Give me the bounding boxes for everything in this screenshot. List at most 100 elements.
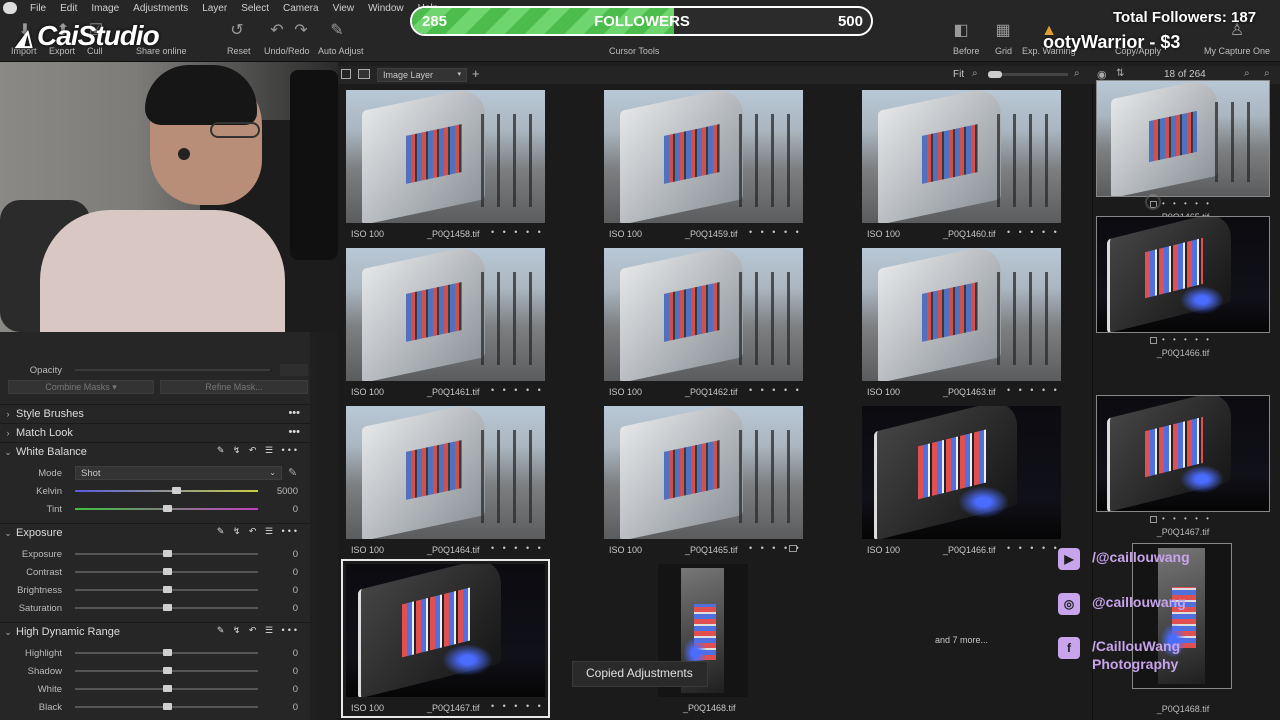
shadow-slider[interactable] <box>75 667 258 674</box>
grid-icon[interactable]: ▦ <box>992 22 1014 40</box>
more-images-label[interactable]: and 7 more... <box>935 635 988 645</box>
my-capture-one-button[interactable]: My Capture One <box>1204 46 1270 56</box>
rating-dots[interactable]: • • • • • <box>1162 514 1212 523</box>
grid-cell[interactable]: ISO 100 _P0Q1458.tif • • • • • <box>343 87 548 242</box>
menu-image[interactable]: Image <box>84 3 126 14</box>
brightness-knob[interactable] <box>162 586 172 593</box>
rating-dots[interactable]: • • • • • <box>749 385 802 395</box>
auto-adjust-icon[interactable]: ✎ <box>326 22 348 40</box>
kelvin-slider[interactable] <box>75 487 258 494</box>
contrast-value[interactable]: 0 <box>262 567 298 578</box>
rating-dots[interactable]: • • • • • <box>491 543 544 553</box>
zoom-slider-knob[interactable] <box>988 71 1002 78</box>
undo-icon[interactable]: ↶ <box>266 22 288 40</box>
grid-cell[interactable]: ISO 100 _P0Q1467.tif • • • • • <box>341 559 550 718</box>
thumbnail-image[interactable] <box>862 90 1061 223</box>
panel-scrollbar[interactable] <box>310 332 316 720</box>
grid-cell[interactable]: ISO 100 _P0Q1460.tif • • • • • <box>859 87 1064 242</box>
contrast-knob[interactable] <box>162 568 172 575</box>
grid-cell[interactable]: ISO 100 _P0Q1462.tif • • • • • <box>601 245 806 400</box>
menu-select[interactable]: Select <box>234 3 276 14</box>
tint-knob[interactable] <box>162 505 172 512</box>
thumbnail-image[interactable] <box>346 248 545 381</box>
menu-file[interactable]: File <box>23 3 53 14</box>
menu-camera[interactable]: Camera <box>276 3 326 14</box>
zoom-icon[interactable]: ⌕ <box>972 68 978 79</box>
thumbnail-image[interactable] <box>604 90 803 223</box>
rating-dots[interactable]: • • • • • <box>491 227 544 237</box>
reset-icon[interactable]: ↺ <box>226 22 248 40</box>
grid-cell[interactable]: _P0Q1468.tif <box>601 561 806 716</box>
auto-adjust-button[interactable]: Auto Adjust <box>318 46 364 56</box>
layer-icon[interactable] <box>358 69 370 79</box>
grid-button[interactable]: Grid <box>995 46 1012 56</box>
search-icon[interactable]: ⌕ <box>1074 68 1080 79</box>
add-layer-icon[interactable]: + <box>472 66 480 81</box>
eyedropper-icon[interactable]: ✎ <box>288 466 297 479</box>
combine-masks-select[interactable]: Combine Masks ▾ <box>8 380 154 394</box>
white-knob[interactable] <box>162 685 172 692</box>
rating-dots[interactable]: • • • • • <box>491 385 544 395</box>
zoom-slider[interactable] <box>988 71 1068 78</box>
layer-select[interactable]: Image Layer ▾ <box>377 68 467 82</box>
saturation-value[interactable]: 0 <box>262 603 298 614</box>
before-button[interactable]: Before <box>953 46 980 56</box>
thumbnail-image[interactable] <box>604 248 803 381</box>
undo-redo-button[interactable]: Undo/Redo <box>264 46 310 56</box>
saturation-slider[interactable] <box>75 604 258 611</box>
hdr-section[interactable]: ⌄ High Dynamic Range ✎ ↯ ↶ ☰ ••• <box>0 622 310 641</box>
grid-cell[interactable]: ISO 100 _P0Q1463.tif • • • • • <box>859 245 1064 400</box>
kelvin-knob[interactable] <box>171 487 181 494</box>
menu-adjustments[interactable]: Adjustments <box>126 3 195 14</box>
tint-slider[interactable] <box>75 505 258 512</box>
wb-mode-select[interactable]: Shot ⌄ <box>75 466 282 480</box>
more-icon[interactable]: ••• <box>288 407 300 419</box>
black-knob[interactable] <box>162 703 172 710</box>
exposure-value[interactable]: 0 <box>262 549 298 560</box>
highlight-value[interactable]: 0 <box>262 648 298 659</box>
rating-dots[interactable]: • • • • • <box>491 701 544 711</box>
grid-cell[interactable]: ISO 100 _P0Q1465.tif • • • • • <box>601 403 806 558</box>
grid-cell[interactable]: ISO 100 _P0Q1459.tif • • • • • <box>601 87 806 242</box>
menu-view[interactable]: View <box>326 3 362 14</box>
white-balance-section[interactable]: ⌄ White Balance ✎ ↯ ↶ ☰ ••• <box>0 442 310 461</box>
sort-icon[interactable]: ⇅ <box>1116 68 1124 79</box>
white-value[interactable]: 0 <box>262 684 298 695</box>
menu-layer[interactable]: Layer <box>195 3 234 14</box>
filmstrip-thumbnail[interactable] <box>1096 216 1270 333</box>
shadow-value[interactable]: 0 <box>262 666 298 677</box>
grid-cell[interactable]: ISO 100 _P0Q1461.tif • • • • • <box>343 245 548 400</box>
menu-edit[interactable]: Edit <box>53 3 84 14</box>
black-slider[interactable] <box>75 703 258 710</box>
grid-cell[interactable]: ISO 100 _P0Q1464.tif • • • • • <box>343 403 548 558</box>
single-view-icon[interactable] <box>341 69 351 79</box>
shadow-knob[interactable] <box>162 667 172 674</box>
rating-dots[interactable]: • • • • • <box>749 227 802 237</box>
section-actions-icon[interactable]: ✎ ↯ ↶ ☰ ••• <box>217 526 300 537</box>
browser-filter-icon[interactable]: ⌕ <box>1264 68 1270 79</box>
brightness-slider[interactable] <box>75 586 258 593</box>
thumbnail-image[interactable] <box>604 406 803 539</box>
select-checkbox[interactable] <box>1150 337 1157 344</box>
thumbnail-image[interactable] <box>346 406 545 539</box>
tint-value[interactable]: 0 <box>262 504 298 515</box>
more-icon[interactable]: ••• <box>288 426 300 438</box>
section-actions-icon[interactable]: ✎ ↯ ↶ ☰ ••• <box>217 625 300 636</box>
app-icon[interactable] <box>3 2 17 14</box>
rating-dots[interactable]: • • • • • <box>1162 335 1212 344</box>
opacity-slider[interactable] <box>75 369 270 371</box>
exposure-knob[interactable] <box>162 550 172 557</box>
thumbnail-image[interactable] <box>346 90 545 223</box>
contrast-slider[interactable] <box>75 568 258 575</box>
style-brushes-section[interactable]: › Style Brushes ••• <box>0 404 310 423</box>
exposure-slider[interactable] <box>75 550 258 557</box>
filmstrip-thumbnail[interactable] <box>1096 395 1270 512</box>
highlight-knob[interactable] <box>162 649 172 656</box>
thumbnail-image[interactable] <box>346 564 545 697</box>
before-icon[interactable]: ◧ <box>950 22 972 40</box>
browser-search-icon[interactable]: ⌕ <box>1244 68 1250 79</box>
rating-dots[interactable]: • • • • • <box>1162 199 1212 208</box>
reset-button[interactable]: Reset <box>227 46 251 56</box>
redo-icon[interactable]: ↷ <box>290 22 312 40</box>
brightness-value[interactable]: 0 <box>262 585 298 596</box>
